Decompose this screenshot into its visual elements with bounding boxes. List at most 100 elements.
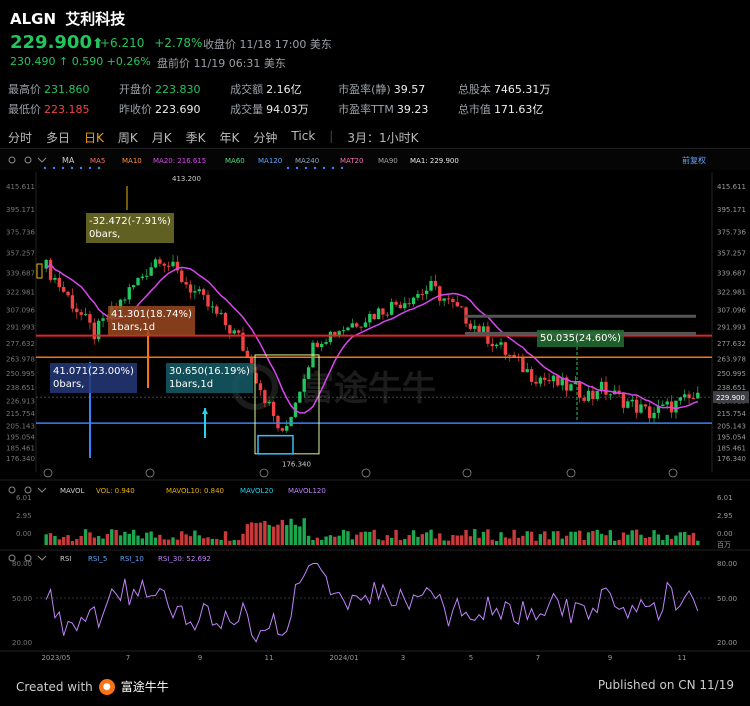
- candle-body: [232, 330, 236, 334]
- volume-bar: [424, 532, 429, 545]
- candle-body: [525, 369, 529, 373]
- stat-value: 223.185: [44, 103, 90, 116]
- candle-body: [289, 416, 293, 426]
- volume-bar: [245, 524, 250, 545]
- volume-bar: [661, 540, 665, 545]
- eye-icon[interactable]: [24, 486, 32, 494]
- volume-bar: [669, 538, 674, 545]
- vol-tick-left: 0.00: [16, 530, 32, 538]
- volume-bar: [455, 535, 459, 545]
- tab-7[interactable]: 分钟: [253, 129, 277, 146]
- candle-body: [604, 381, 608, 395]
- price-tick-left: 357.257: [6, 249, 35, 257]
- volume-bar: [551, 531, 556, 545]
- stat-item: 市盈率TTM 39.23: [338, 101, 446, 117]
- range-annotation[interactable]: 30.650(16.19%) 1bars,1d: [166, 363, 253, 393]
- tab-5[interactable]: 季K: [186, 129, 206, 146]
- price-tick: 415.611: [717, 183, 746, 191]
- volume-bar: [464, 530, 468, 545]
- earnings-icon[interactable]: [668, 468, 678, 478]
- candle-body: [219, 312, 223, 314]
- volume-bar: [53, 535, 57, 545]
- candle-body: [416, 293, 420, 298]
- volume-bar: [70, 540, 75, 545]
- candle-body: [184, 282, 188, 285]
- volume-bar: [158, 534, 162, 545]
- last-price: 229.900⬆: [10, 32, 104, 53]
- volume-bar: [149, 531, 153, 545]
- candle-body: [591, 390, 595, 400]
- candle-body: [79, 312, 83, 315]
- candle-body: [534, 381, 538, 384]
- stat-value: 39.23: [396, 103, 429, 116]
- volume-bar: [578, 530, 582, 545]
- earnings-icon[interactable]: [259, 468, 269, 478]
- volume-bar: [175, 539, 180, 545]
- volume-bar: [363, 531, 368, 545]
- range-annotation[interactable]: 50.035(24.60%): [537, 330, 624, 347]
- candle-body: [687, 394, 691, 399]
- tab-6[interactable]: 年K: [220, 129, 240, 146]
- volume-bar: [556, 531, 560, 545]
- candle-body: [53, 277, 57, 280]
- volume-bar: [188, 536, 193, 545]
- range-annotation[interactable]: -32.472(-7.91%) 0bars,: [86, 213, 174, 243]
- candle-body: [158, 259, 162, 264]
- stat-item: 成交额 2.16亿: [230, 81, 326, 97]
- stat-item: 最低价 223.185: [8, 101, 107, 117]
- earnings-icon[interactable]: [43, 468, 53, 478]
- chevron-down-icon[interactable]: [37, 487, 47, 493]
- range-annotation[interactable]: 41.301(18.74%) 1bars,1d: [108, 306, 195, 336]
- candle-body: [193, 291, 197, 293]
- tab-4[interactable]: 月K: [152, 129, 172, 146]
- volume-bar: [438, 533, 442, 545]
- adjust-label: 前复权: [682, 155, 706, 165]
- price-tick: 307.096: [717, 306, 746, 314]
- created-text: Created with: [16, 679, 93, 694]
- price-change: +6.210 +2.78%: [100, 36, 202, 50]
- volume-bar: [346, 531, 350, 545]
- candle-body: [223, 312, 228, 326]
- earnings-icon[interactable]: [462, 468, 472, 478]
- volume-bar: [341, 529, 346, 545]
- x-tick: 2023/05: [41, 654, 70, 662]
- tab-0[interactable]: 分时: [8, 129, 32, 146]
- stat-label: 总股本: [457, 83, 491, 96]
- volume-bar: [613, 540, 617, 545]
- tab-1[interactable]: 多日: [46, 129, 70, 146]
- rsi-line: [45, 563, 699, 643]
- earnings-icon[interactable]: [566, 468, 576, 478]
- volume-bar: [591, 530, 595, 545]
- tab-3[interactable]: 周K: [118, 129, 138, 146]
- low-label: 176.340: [282, 460, 311, 468]
- annotation-change: 41.301(18.74%): [111, 309, 192, 320]
- candle-body: [429, 280, 433, 291]
- chevron-down-icon[interactable]: [37, 555, 47, 561]
- volume-bar: [293, 524, 298, 545]
- volume-bar: [289, 518, 293, 545]
- tab-8[interactable]: Tick: [291, 129, 315, 146]
- annotation-bars: 1bars,1d: [111, 322, 156, 333]
- volume-bar: [648, 537, 652, 545]
- volume-bar: [486, 529, 490, 545]
- settings-icon[interactable]: [8, 486, 16, 494]
- volume-bar: [48, 533, 53, 545]
- volume-bar: [416, 536, 420, 545]
- volume-bar: [105, 534, 110, 545]
- volume-bar: [123, 531, 127, 545]
- volume-bar: [315, 537, 320, 545]
- price-tick-left: 277.632: [6, 340, 35, 348]
- earnings-icon[interactable]: [361, 468, 371, 478]
- candle-body: [508, 354, 512, 356]
- volume-bar: [75, 539, 79, 545]
- tab-2[interactable]: 日K: [84, 129, 104, 146]
- candle-body: [446, 298, 451, 300]
- earnings-icon[interactable]: [145, 468, 155, 478]
- ma-label: MA: [62, 156, 75, 165]
- stat-label: 最高价: [8, 83, 41, 96]
- period-selector[interactable]: 3月：1小时K: [347, 129, 418, 146]
- stat-label: 市盈率(静): [338, 83, 391, 96]
- candle-body: [306, 367, 311, 379]
- range-annotation[interactable]: 41.071(23.00%) 0bars,: [50, 363, 137, 393]
- marker-dot: [340, 166, 344, 170]
